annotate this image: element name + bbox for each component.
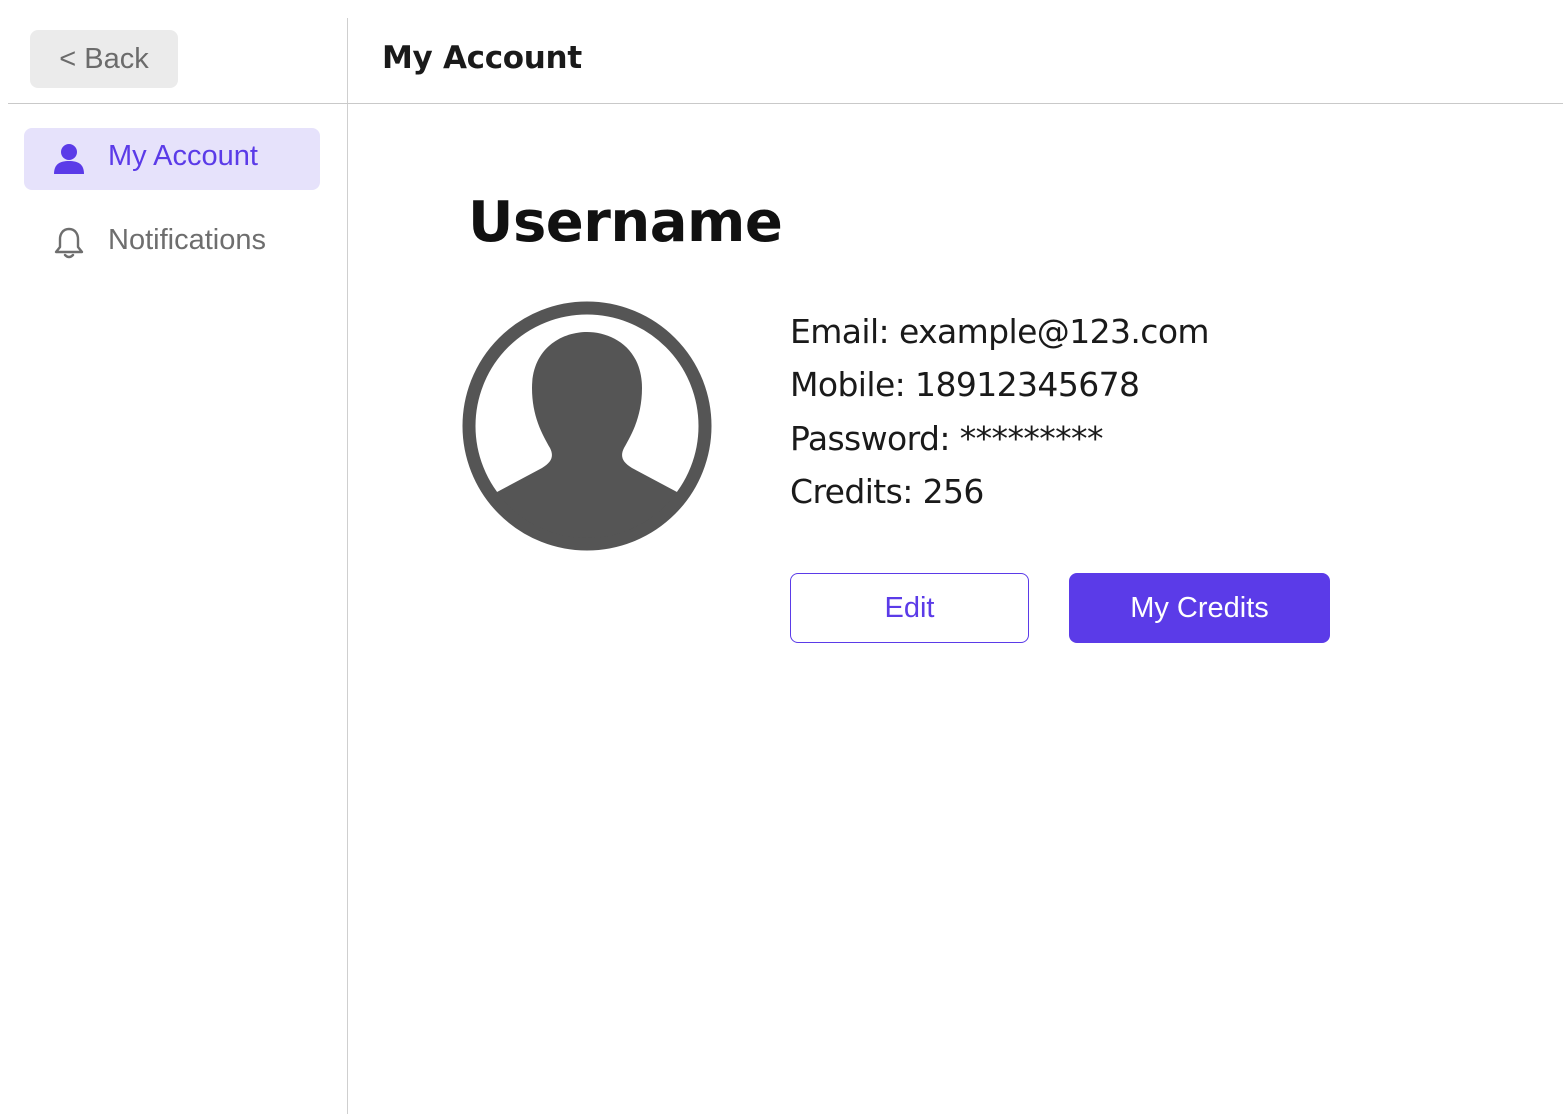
password-text: Password: ********* xyxy=(790,419,1103,458)
username-heading: Username xyxy=(468,190,783,255)
avatar-placeholder-icon xyxy=(462,301,712,551)
back-button[interactable]: < Back xyxy=(30,30,178,88)
sidebar-item-my-account[interactable]: My Account xyxy=(24,128,320,190)
sidebar-item-label: My Account xyxy=(108,140,258,172)
sidebar-item-notifications[interactable]: Notifications xyxy=(24,212,320,274)
my-credits-button[interactable]: My Credits xyxy=(1069,573,1330,643)
sidebar-item-label: Notifications xyxy=(108,224,266,256)
app-window: < Back My Account My Account Notificatio… xyxy=(0,0,1563,1114)
mobile-text: Mobile: 18912345678 xyxy=(790,365,1140,404)
email-text: Email: example@123.com xyxy=(790,312,1210,351)
header-divider xyxy=(8,103,1563,104)
bell-icon xyxy=(54,227,84,259)
credits-text: Credits: 256 xyxy=(790,472,984,511)
sidebar-divider xyxy=(347,18,348,1114)
page-title: My Account xyxy=(382,40,582,76)
user-icon xyxy=(54,144,84,174)
edit-button[interactable]: Edit xyxy=(790,573,1029,643)
